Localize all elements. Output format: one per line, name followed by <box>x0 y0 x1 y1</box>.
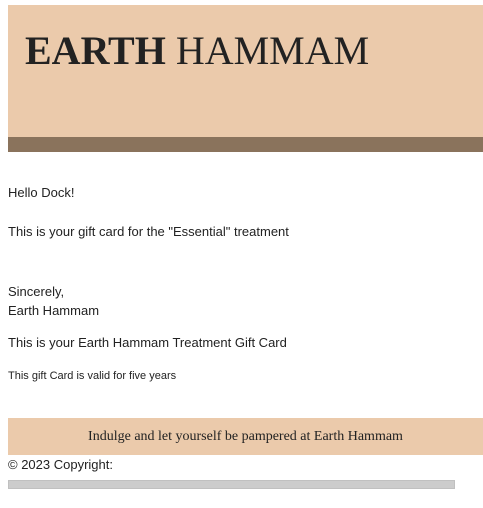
validity-note: This gift Card is valid for five years <box>8 370 177 382</box>
email-header: EARTH HAMMAM <box>8 5 483 137</box>
signature-text: Earth Hammam <box>8 303 100 318</box>
brand-logo-title: EARTH HAMMAM <box>25 27 369 75</box>
closing-text: Sincerely, <box>8 284 65 299</box>
horizontal-scrollbar[interactable] <box>8 480 455 489</box>
header-divider-band <box>8 137 483 152</box>
greeting-text: Hello Dock! <box>8 185 75 200</box>
gift-card-title: This is your Earth Hammam Treatment Gift… <box>8 335 287 350</box>
brand-name-strong: EARTH <box>25 28 166 73</box>
promo-text: Indulge and let yourself be pampered at … <box>88 429 403 444</box>
brand-name-light: HAMMAM <box>175 28 370 73</box>
gift-card-message: This is your gift card for the "Essentia… <box>8 224 289 239</box>
promo-banner: Indulge and let yourself be pampered at … <box>8 418 483 455</box>
copyright-text: © 2023 Copyright: <box>8 457 113 472</box>
